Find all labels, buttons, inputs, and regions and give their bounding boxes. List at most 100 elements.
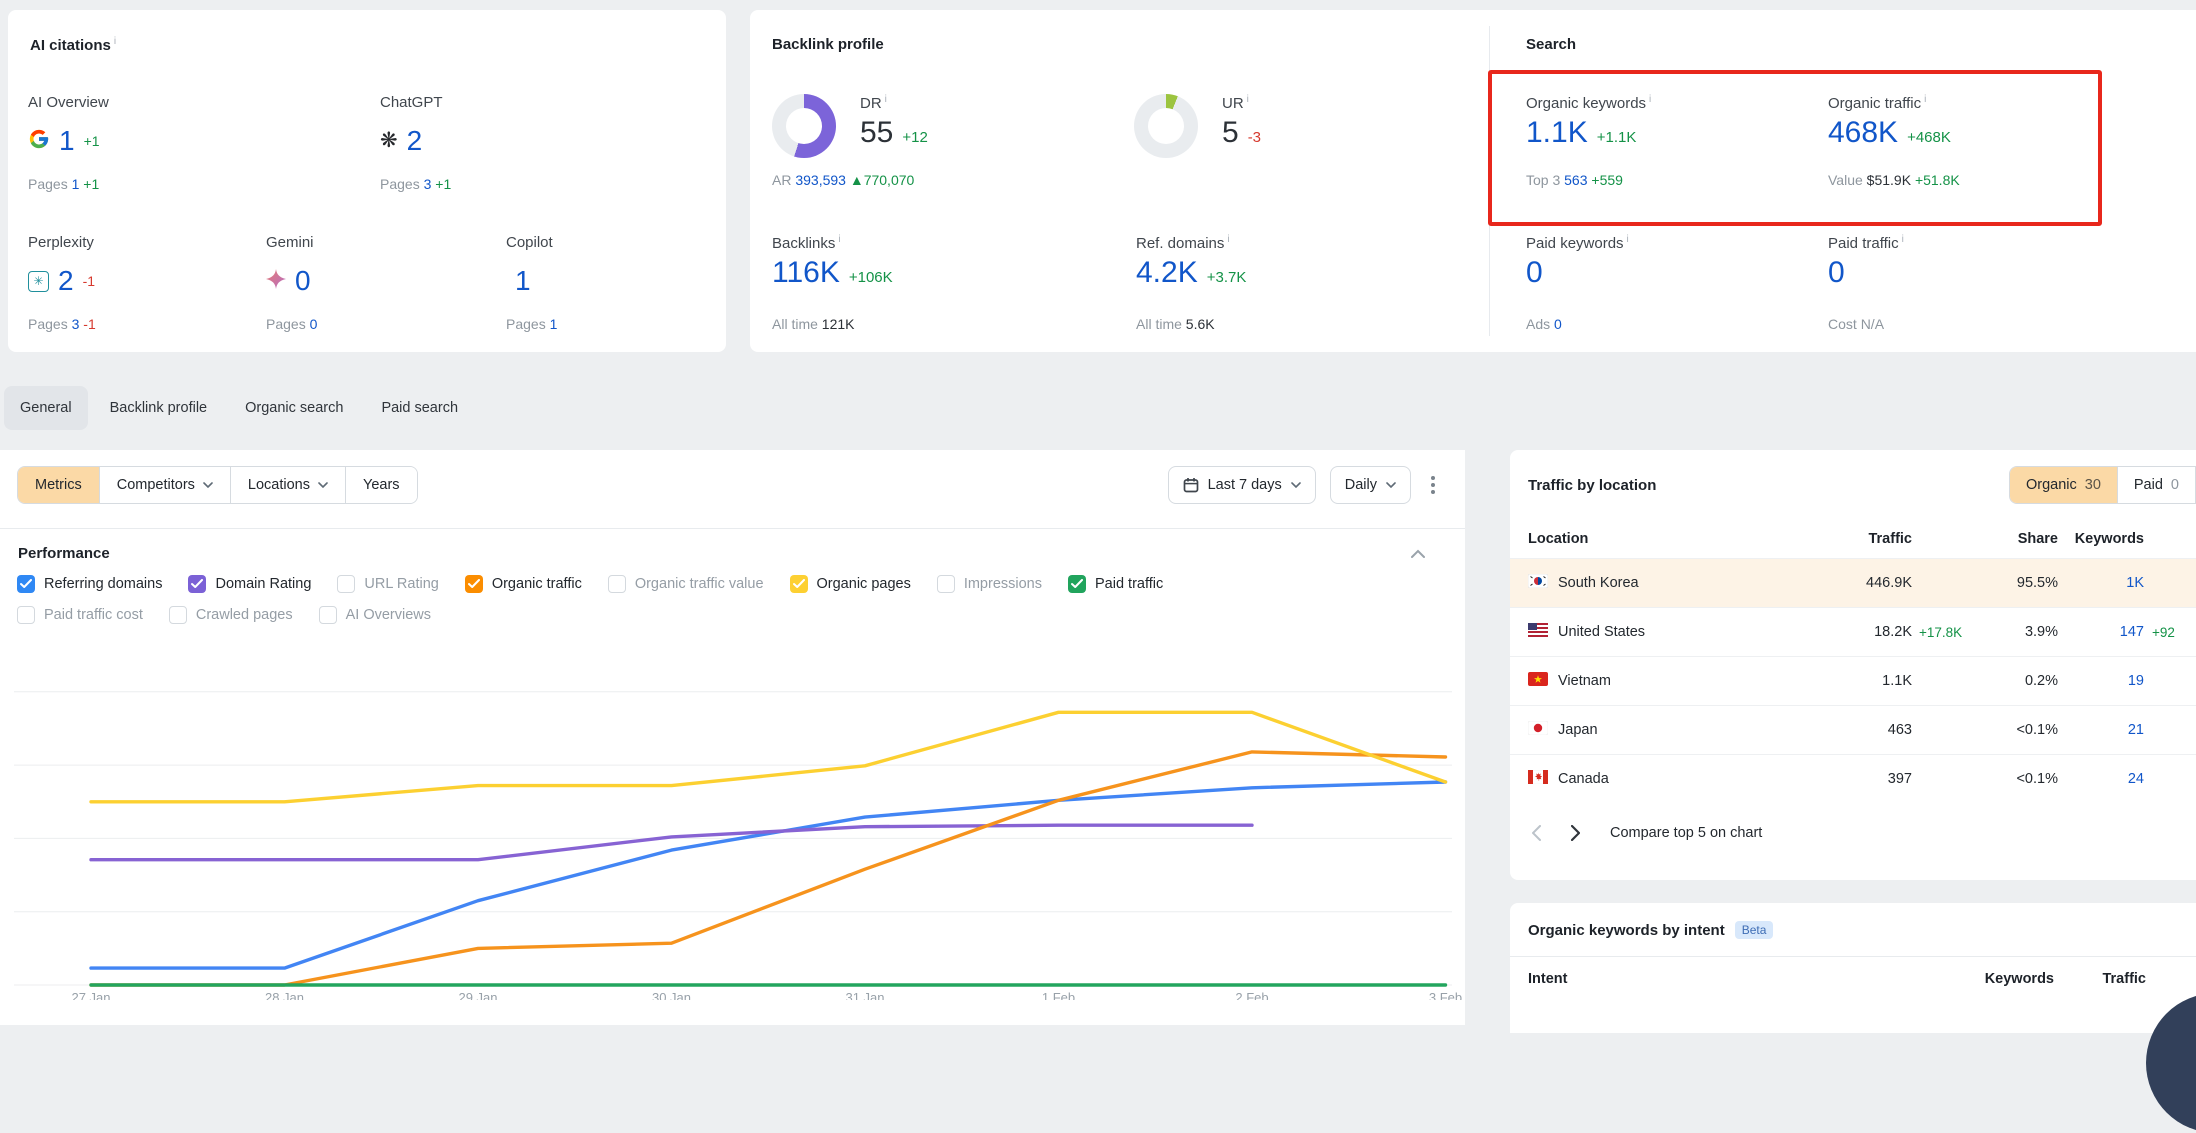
paid-traffic-value[interactable]: 0 (1828, 256, 1845, 290)
chart-controls: Last 7 days Daily (1168, 466, 1441, 504)
ai-citation-value: 0 (266, 264, 311, 298)
checkbox-label: Impressions (964, 576, 1042, 592)
checkbox-box (1068, 575, 1086, 593)
ref-domains-value[interactable]: 4.2K +3.7K (1136, 256, 1246, 290)
traffic-value: 463 (1842, 722, 1912, 738)
dr-label: DRi (860, 94, 887, 112)
keywords-count-link[interactable]: 19 (2128, 673, 2144, 689)
checkbox-organic-pages[interactable]: Organic pages (790, 575, 911, 593)
date-range-button[interactable]: Last 7 days (1168, 466, 1316, 504)
backlinks-value[interactable]: 116K +106K (772, 256, 893, 290)
keywords-count-link[interactable]: 147 (2120, 624, 2144, 640)
chevron-down-icon (203, 482, 213, 488)
paid-traffic-label: Paid traffici (1828, 234, 1904, 252)
top3-line: Top 3 563 +559 (1526, 172, 1623, 188)
keywords-count-link[interactable]: 24 (2128, 771, 2144, 787)
ai-source-label: Perplexity (28, 234, 94, 251)
next-page-icon[interactable] (1571, 825, 1580, 841)
citation-count-link[interactable]: 2 (58, 265, 74, 297)
checkbox-organic-traffic[interactable]: Organic traffic (465, 575, 582, 593)
tab-organic-search[interactable]: Organic search (229, 386, 359, 430)
collapse-chevron-icon[interactable] (1411, 549, 1425, 558)
general-panel: Metrics Competitors Locations Years Last… (0, 450, 1465, 1025)
pages-count-link[interactable]: 0 (310, 316, 318, 332)
keywords-count-link[interactable]: 1K (2126, 575, 2144, 591)
x-axis-tick-label: 30 Jan (652, 990, 691, 1000)
metrics-filter-button[interactable]: Metrics (18, 467, 99, 503)
checkbox-box (790, 575, 808, 593)
pages-count-link[interactable]: 3 (424, 176, 432, 192)
years-filter-button[interactable]: Years (345, 467, 417, 503)
pages-count-link[interactable]: 1 (72, 176, 80, 192)
granularity-button[interactable]: Daily (1330, 466, 1411, 504)
checkbox-box (465, 575, 483, 593)
calendar-icon (1183, 477, 1199, 493)
pages-line: Pages 1 +1 (28, 176, 99, 192)
filter-bar: Metrics Competitors Locations Years Last… (0, 450, 1465, 504)
pages-line: Pages 3 +1 (380, 176, 451, 192)
checkbox-box (17, 575, 35, 593)
intent-header: Organic keywords by intent Beta (1510, 903, 2196, 939)
tab-paid-search[interactable]: Paid search (365, 386, 474, 430)
ar-value-link[interactable]: 393,593 (795, 172, 846, 188)
checkbox-paid-traffic-cost[interactable]: Paid traffic cost (17, 606, 143, 624)
top3-value-link[interactable]: 563 (1564, 172, 1587, 188)
organic-paid-toggle: Organic30Paid0 (2009, 466, 2196, 504)
checkbox-box (337, 575, 355, 593)
chevron-down-icon (1291, 482, 1301, 488)
toggle-organic[interactable]: Organic30 (2010, 467, 2117, 503)
citation-count-link[interactable]: 1 (59, 125, 75, 157)
col-intent: Intent (1528, 971, 1944, 987)
organic-traffic-value[interactable]: 468K +468K (1828, 116, 1951, 150)
ai-citation-item: Perplexity✳2-1Pages 3 -1 (28, 234, 94, 251)
flag-us-icon (1528, 623, 1548, 641)
intent-title: Organic keywords by intent (1528, 922, 1725, 939)
paid-keywords-value[interactable]: 0 (1526, 256, 1543, 290)
toggle-paid[interactable]: Paid0 (2117, 467, 2195, 503)
ads-value-link[interactable]: 0 (1554, 316, 1562, 332)
keywords-count-link[interactable]: 21 (2128, 722, 2144, 738)
tab-general[interactable]: General (4, 386, 88, 430)
checkbox-label: Referring domains (44, 576, 162, 592)
ai-citation-value: 1 (506, 264, 531, 298)
ai-source-label: AI Overview (28, 94, 109, 111)
checkbox-referring-domains[interactable]: Referring domains (17, 575, 162, 593)
citation-count-link[interactable]: 2 (407, 125, 423, 157)
x-axis-tick-label: 27 Jan (71, 990, 110, 1000)
checkbox-impressions[interactable]: Impressions (937, 575, 1042, 593)
citation-count-link[interactable]: 1 (515, 265, 531, 297)
share-value: 0.2% (1974, 673, 2058, 689)
traffic-by-location-header: Traffic by location Organic30Paid0 (1510, 450, 2196, 504)
traffic-value: 18.2K (1842, 624, 1912, 640)
competitors-filter-button[interactable]: Competitors (99, 467, 230, 503)
checkbox-label: Paid traffic (1095, 576, 1163, 592)
more-options-button[interactable] (1425, 470, 1441, 500)
checkbox-url-rating[interactable]: URL Rating (337, 575, 438, 593)
keywords-delta: +92 (2144, 625, 2186, 640)
traffic-value: 446.9K (1842, 575, 1912, 591)
checkbox-label: Organic traffic value (635, 576, 764, 592)
flag-ca-icon (1528, 770, 1548, 788)
compare-top5-button[interactable]: Compare top 5 on chart (1610, 825, 1762, 841)
overview-tabs: GeneralBacklink profileOrganic searchPai… (4, 386, 474, 430)
citation-count-link[interactable]: 0 (295, 265, 311, 297)
search-title: Search (1526, 36, 1576, 53)
col-traffic: Traffic (1842, 531, 1912, 547)
checkbox-organic-traffic-value[interactable]: Organic traffic value (608, 575, 764, 593)
pages-count-link[interactable]: 3 (72, 316, 80, 332)
ur-value: 5-3 (1222, 116, 1261, 150)
checkbox-domain-rating[interactable]: Domain Rating (188, 575, 311, 593)
prev-page-icon[interactable] (1532, 825, 1541, 841)
locations-filter-button[interactable]: Locations (230, 467, 345, 503)
tab-backlink-profile[interactable]: Backlink profile (94, 386, 224, 430)
checkbox-crawled-pages[interactable]: Crawled pages (169, 606, 293, 624)
info-icon: i (1924, 94, 1926, 105)
organic-keywords-value[interactable]: 1.1K +1.1K (1526, 116, 1636, 150)
checkbox-ai-overviews[interactable]: AI Overviews (319, 606, 431, 624)
pages-count-link[interactable]: 1 (550, 316, 558, 332)
pages-line: Pages 1 (506, 316, 557, 332)
share-value: 95.5% (1974, 575, 2058, 591)
checkbox-paid-traffic[interactable]: Paid traffic (1068, 575, 1163, 593)
info-icon: i (1247, 94, 1249, 105)
traffic-by-location-title: Traffic by location (1528, 477, 1656, 494)
